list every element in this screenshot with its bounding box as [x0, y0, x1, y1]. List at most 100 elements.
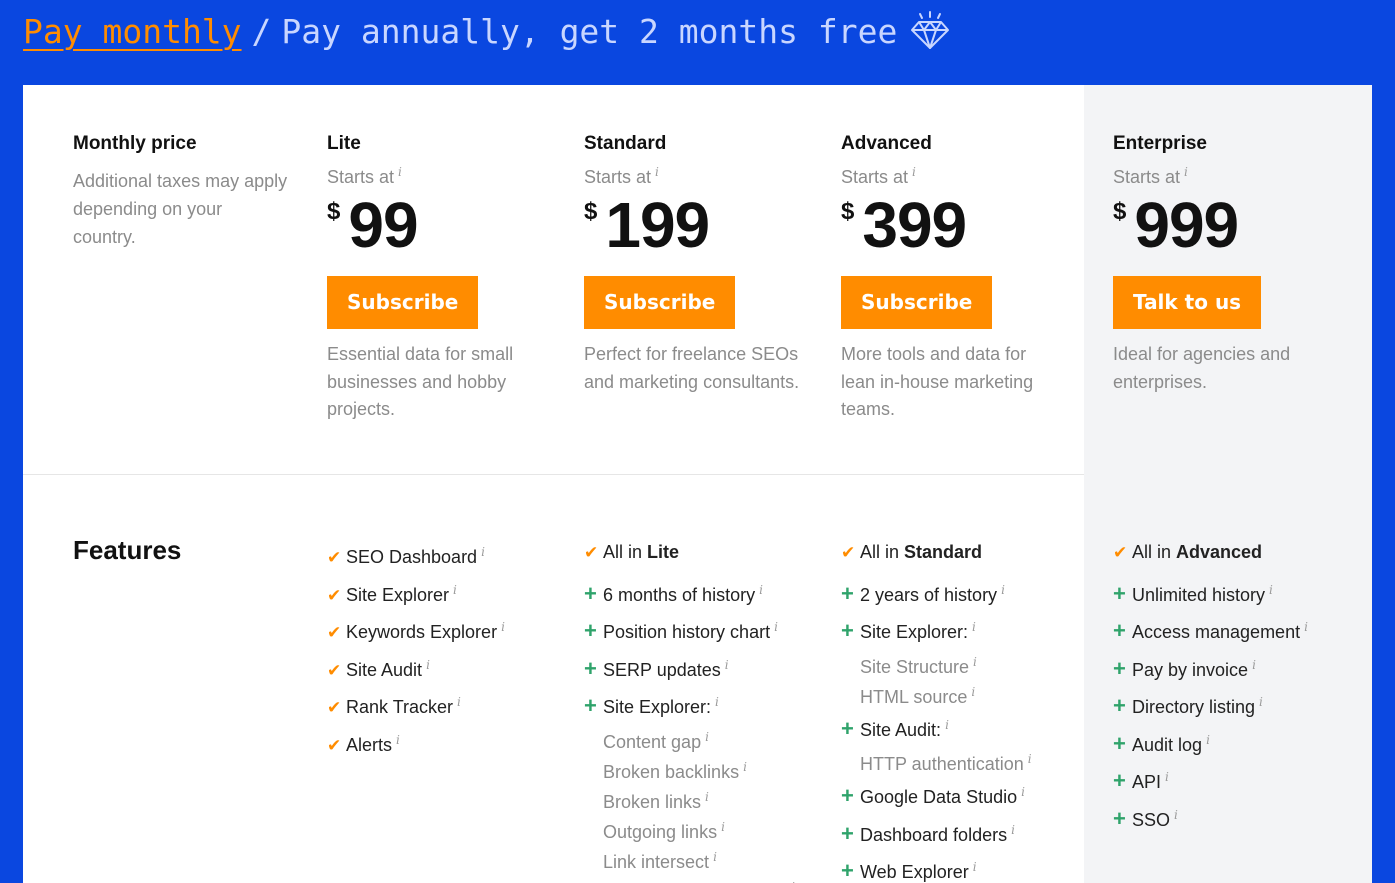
plan-name: Enterprise — [1113, 133, 1207, 154]
subscribe-button[interactable]: Subscribe — [584, 276, 736, 329]
feature-item: ✔ SEO Dashboard i — [327, 534, 505, 572]
info-icon[interactable]: i — [481, 545, 485, 559]
info-icon[interactable]: i — [1252, 658, 1256, 672]
info-icon[interactable]: i — [715, 695, 719, 709]
info-icon[interactable]: i — [725, 658, 729, 672]
subscribe-button[interactable]: Subscribe — [841, 276, 993, 329]
info-icon[interactable]: i — [721, 820, 725, 834]
info-icon[interactable]: i — [501, 620, 505, 634]
subscribe-button[interactable]: Subscribe — [327, 276, 479, 329]
info-icon[interactable]: i — [774, 620, 778, 634]
info-icon[interactable]: i — [972, 620, 976, 634]
info-icon[interactable]: i — [713, 850, 717, 864]
plan-description: Perfect for freelance SEOs and marketing… — [584, 344, 800, 392]
info-icon[interactable]: i — [426, 658, 430, 672]
price-label-column: Monthly price Additional taxes may apply… — [73, 133, 288, 251]
info-icon[interactable]: i — [1028, 752, 1032, 766]
info-icon[interactable]: i — [1206, 733, 1210, 747]
feature-item: Broken links i — [584, 782, 795, 812]
section-divider — [23, 474, 1084, 475]
feature-text: Audit log — [1132, 734, 1203, 755]
info-icon[interactable]: i — [791, 880, 795, 883]
info-icon[interactable]: i — [971, 685, 975, 699]
plus-icon: + — [1113, 805, 1126, 831]
feature-text: Site Audit: — [860, 719, 942, 740]
pricing-card: Monthly price Additional taxes may apply… — [23, 85, 1372, 883]
feature-text: All in — [603, 542, 648, 562]
features-label-column: Features — [73, 535, 181, 566]
info-icon[interactable]: i — [1259, 695, 1263, 709]
plus-icon: + — [1113, 618, 1126, 643]
price: $199 — [584, 192, 804, 262]
feature-text: Site Structure — [860, 656, 970, 677]
info-icon[interactable]: i — [453, 583, 457, 597]
feature-item: + Web Explorer i — [841, 849, 1032, 883]
feature-item: + API i — [1113, 759, 1308, 797]
starts-at-label: Starts at — [584, 167, 652, 187]
info-icon[interactable]: i — [973, 655, 977, 669]
feature-text: Site Explorer: — [860, 622, 969, 642]
feature-item: + Audit log i — [1113, 722, 1308, 760]
feature-text: Content gap — [603, 731, 702, 752]
starts-at: Starts at i — [841, 165, 1061, 188]
info-icon[interactable]: i — [396, 733, 400, 747]
feature-list: ✔ All in Advanced + Unlimited history i + Acce… — [1113, 534, 1308, 834]
info-icon[interactable]: i — [973, 860, 977, 874]
starts-at-label: Starts at — [327, 167, 395, 187]
feature-item: ✔ Keywords Explorer i — [327, 609, 505, 647]
plus-icon: + — [841, 820, 854, 846]
feature-item: ✔ All in Advanced — [1113, 534, 1308, 572]
feature-text: Unlimited history — [1132, 584, 1266, 605]
feature-text: Web Explorer — [860, 862, 969, 882]
info-icon[interactable]: i — [1269, 583, 1273, 597]
tax-note: Additional taxes may apply depending on … — [73, 171, 288, 247]
features-standard: ✔ All in Lite +6 months of history i + Positi… — [584, 534, 795, 883]
info-icon[interactable]: i — [705, 730, 709, 744]
info-icon[interactable]: i — [1184, 165, 1188, 179]
info-icon[interactable]: i — [743, 760, 747, 774]
plus-icon: + — [584, 693, 597, 718]
info-icon[interactable]: i — [1304, 620, 1308, 634]
feature-item: ✔ Site Explorer i — [327, 572, 505, 610]
monthly-price-title: Monthly price — [73, 133, 197, 154]
info-icon[interactable]: i — [1021, 785, 1025, 799]
feature-item: + Access management i — [1113, 609, 1308, 647]
price-amount: 999 — [1134, 189, 1239, 261]
feature-item: Broken backlinks i — [584, 752, 795, 782]
info-icon[interactable]: i — [1001, 583, 1005, 597]
feature-item: HTML source i — [841, 677, 1032, 707]
currency-symbol: $ — [327, 198, 341, 225]
feature-item: + Unlimited history i — [1113, 572, 1308, 610]
feature-item: ✔ Alerts i — [327, 722, 505, 760]
feature-item: + Site Explorer: i — [841, 609, 1032, 647]
plan-description: Essential data for small businesses and … — [327, 344, 514, 419]
info-icon[interactable]: i — [759, 583, 763, 597]
plan-name: Advanced — [841, 133, 932, 154]
info-icon[interactable]: i — [1165, 770, 1169, 784]
info-icon[interactable]: i — [1011, 823, 1015, 837]
plus-icon: + — [1113, 580, 1126, 606]
check-icon: ✔ — [584, 543, 599, 563]
info-icon[interactable]: i — [655, 165, 659, 179]
feature-text: 6 months of history — [603, 584, 756, 605]
info-icon[interactable]: i — [705, 790, 709, 804]
feature-item: + Dashboard folders i — [841, 812, 1032, 850]
plus-icon: + — [841, 618, 854, 643]
info-icon[interactable]: i — [457, 695, 461, 709]
feature-plan-ref: Lite — [647, 542, 680, 562]
pay-monthly-link[interactable]: Pay monthly — [23, 12, 242, 51]
plus-icon: + — [1113, 768, 1126, 793]
plan-name: Standard — [584, 133, 667, 154]
currency-symbol: $ — [584, 198, 598, 225]
info-icon[interactable]: i — [912, 165, 916, 179]
info-icon[interactable]: i — [398, 165, 402, 179]
plan-description: Ideal for agencies and enterprises. — [1113, 344, 1291, 392]
talk-to-us-button[interactable]: Talk to us — [1113, 276, 1262, 329]
info-icon[interactable]: i — [1174, 808, 1178, 822]
feature-item: ✔ All in Standard — [841, 534, 1032, 572]
pay-annually-link[interactable]: Pay annually, get 2 months free — [281, 12, 897, 51]
feature-text: Link intersect — [603, 851, 710, 872]
info-icon[interactable]: i — [945, 718, 949, 732]
feature-item: Content gap i — [584, 722, 795, 752]
feature-item: HTTP authentication i — [841, 744, 1032, 774]
